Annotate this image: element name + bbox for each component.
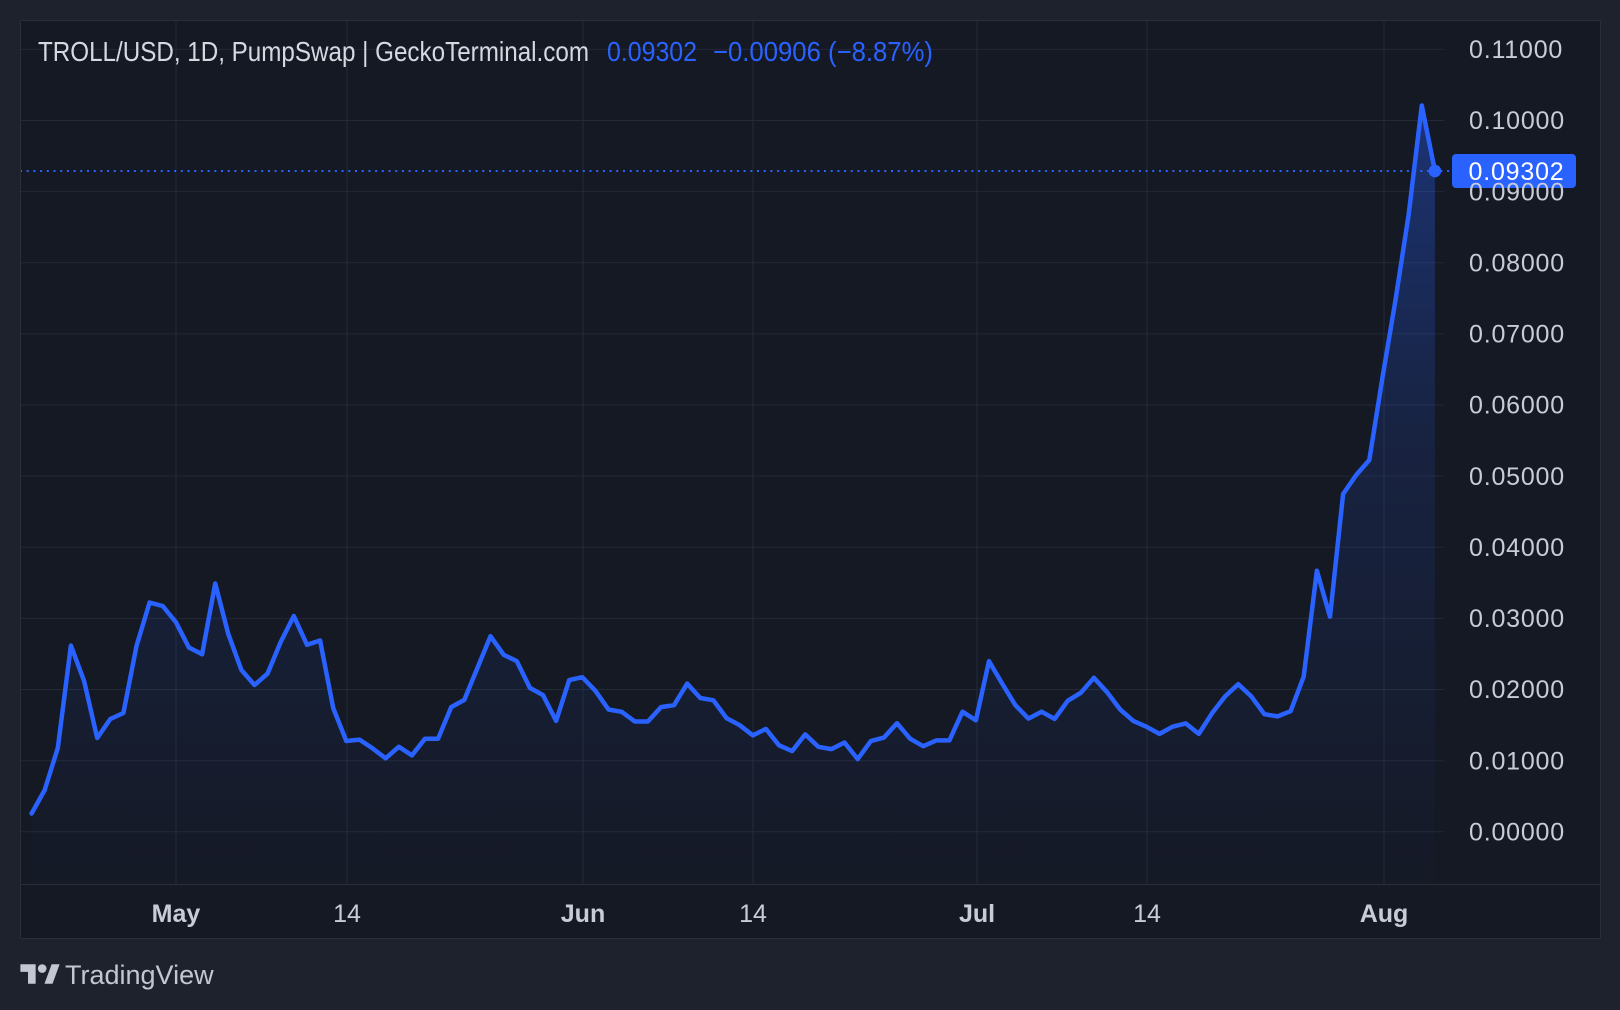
svg-text:14: 14 — [1133, 900, 1161, 928]
svg-text:0.06000: 0.06000 — [1469, 392, 1565, 420]
svg-text:0.01000: 0.01000 — [1469, 747, 1565, 775]
svg-text:Aug: Aug — [1360, 900, 1409, 928]
svg-text:TROLL/USD, 1D, PumpSwap | Geck: TROLL/USD, 1D, PumpSwap | GeckoTerminal.… — [38, 36, 589, 67]
svg-text:−0.00906 (−8.87%): −0.00906 (−8.87%) — [713, 36, 933, 67]
svg-text:0.03000: 0.03000 — [1469, 605, 1565, 633]
svg-text:0.05000: 0.05000 — [1469, 463, 1565, 491]
svg-text:0.11000: 0.11000 — [1469, 36, 1563, 64]
svg-text:TradingView: TradingView — [65, 960, 214, 990]
svg-text:0.07000: 0.07000 — [1469, 321, 1565, 349]
svg-text:0.10000: 0.10000 — [1469, 107, 1565, 135]
svg-text:0.08000: 0.08000 — [1469, 250, 1565, 278]
svg-text:Jul: Jul — [959, 900, 995, 928]
svg-text:0.00000: 0.00000 — [1469, 819, 1565, 847]
svg-text:0.09302: 0.09302 — [607, 36, 697, 67]
svg-text:Jun: Jun — [561, 900, 605, 928]
svg-text:14: 14 — [333, 900, 361, 928]
svg-text:14: 14 — [739, 900, 767, 928]
svg-text:0.02000: 0.02000 — [1469, 676, 1565, 704]
svg-text:May: May — [152, 900, 201, 928]
svg-text:0.09000: 0.09000 — [1469, 178, 1565, 206]
svg-text:0.04000: 0.04000 — [1469, 534, 1565, 562]
